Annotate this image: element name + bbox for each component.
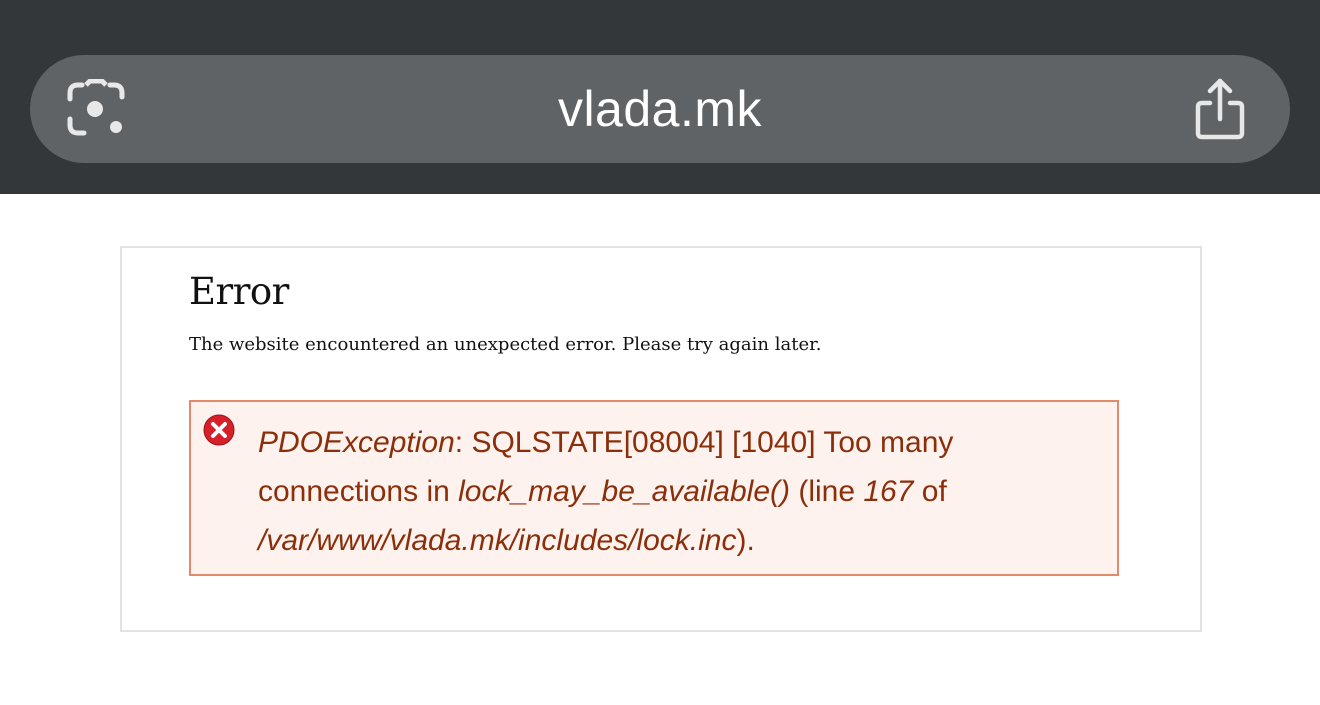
- url-text[interactable]: vlada.mk: [30, 55, 1290, 163]
- browser-toolbar: vlada.mk: [0, 0, 1320, 194]
- exception-name: PDOException: [258, 426, 455, 459]
- page-title: Error: [189, 270, 289, 313]
- error-description: The website encountered an unexpected er…: [189, 334, 822, 355]
- share-button[interactable]: [1190, 77, 1250, 141]
- address-bar[interactable]: vlada.mk: [30, 55, 1290, 163]
- message-separator: :: [454, 426, 472, 459]
- message-text-4: ).: [736, 524, 755, 557]
- message-text-2: (line: [790, 475, 864, 508]
- share-icon: [1195, 78, 1245, 140]
- line-number: 167: [863, 475, 914, 508]
- file-path: /var/www/vlada.mk/includes/lock.inc: [258, 524, 737, 557]
- error-message-box: PDOException: SQLSTATE[08004] [1040] Too…: [189, 400, 1119, 576]
- page-content: Error The website encountered an unexpec…: [0, 194, 1320, 705]
- error-card: Error The website encountered an unexpec…: [120, 246, 1202, 632]
- error-message-text: PDOException: SQLSTATE[08004] [1040] Too…: [258, 418, 1078, 565]
- message-text-3: of: [913, 475, 947, 508]
- error-x-icon: [203, 414, 235, 446]
- function-name: lock_may_be_available(): [458, 475, 790, 508]
